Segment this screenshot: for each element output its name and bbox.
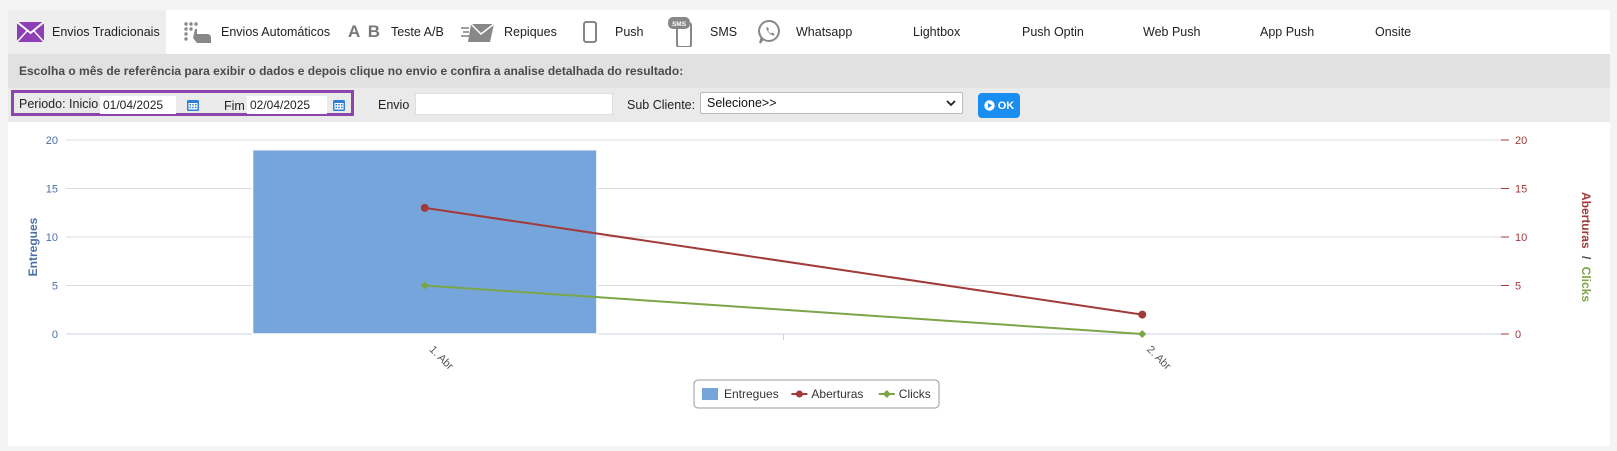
right-tick-label: 10 bbox=[1515, 232, 1527, 244]
x-tick-label: 2. Abr bbox=[1144, 344, 1173, 373]
tab-label: Envios Automáticos bbox=[221, 25, 331, 39]
tab-label: SMS bbox=[710, 25, 738, 39]
periodo-group: Periodo: Inicio Fim bbox=[11, 90, 354, 116]
tab-lightbox[interactable]: Lightbox bbox=[913, 10, 993, 54]
left-tick-label: 15 bbox=[46, 184, 58, 196]
ok-label: OK bbox=[997, 99, 1015, 112]
results-chart: 0 5 10 15 20 0 5 10 15 20 Entregues Aberturas / … bbox=[8, 122, 1610, 446]
tab-label: Push Optin bbox=[1022, 25, 1084, 39]
tab-teste-ab[interactable]: A B Teste A/B bbox=[348, 10, 458, 54]
sub-cliente-select[interactable]: Selecione>> bbox=[700, 92, 963, 114]
legend-label-entregues[interactable]: Entregues bbox=[724, 387, 779, 401]
instruction-bar: Escolha o mês de referência para exibir … bbox=[8, 54, 1610, 88]
tab-label: App Push bbox=[1260, 25, 1315, 39]
x-tick-label: 1. Abr bbox=[427, 344, 456, 373]
point-clicks-1[interactable] bbox=[1138, 330, 1147, 338]
inicio-date-input[interactable] bbox=[100, 96, 176, 114]
right-axis-title-clicks: Clicks bbox=[1579, 267, 1593, 303]
play-circle-icon bbox=[984, 100, 995, 111]
legend-label-aberturas[interactable]: Aberturas bbox=[811, 387, 863, 401]
point-aberturas-0[interactable] bbox=[420, 203, 429, 212]
tab-onsite[interactable]: Onsite bbox=[1375, 10, 1445, 54]
tab-label: Repiques bbox=[504, 25, 557, 39]
fim-date-input[interactable] bbox=[247, 96, 327, 114]
bar-series bbox=[251, 148, 598, 335]
phone-icon bbox=[583, 21, 597, 43]
right-axis-title-aberturas: Aberturas bbox=[1579, 192, 1593, 249]
chart-legend: Entregues Aberturas Clicks bbox=[693, 379, 940, 409]
right-axis-ticks: 0 5 10 15 20 bbox=[1501, 135, 1527, 341]
tab-label: Lightbox bbox=[913, 25, 961, 39]
tab-whatsapp[interactable]: Whatsapp bbox=[758, 10, 868, 54]
legend-label-clicks[interactable]: Clicks bbox=[899, 387, 931, 401]
left-tick-label: 20 bbox=[46, 135, 58, 147]
sms-phone-icon: SMS bbox=[668, 17, 698, 47]
chevron-down-icon bbox=[946, 100, 956, 107]
channel-tabs: Envios Tradicionais Envios Automáticos A… bbox=[8, 10, 1610, 54]
ab-test-icon: A B bbox=[348, 22, 383, 41]
bar-entregues-0[interactable] bbox=[251, 148, 598, 335]
resend-envelope-icon bbox=[460, 20, 496, 44]
left-axis-ticks: 0 5 10 15 20 bbox=[46, 135, 58, 341]
legend-marker-aberturas bbox=[795, 390, 803, 398]
tab-label: Envios Tradicionais bbox=[52, 25, 160, 39]
tab-push-optin[interactable]: Push Optin bbox=[1022, 10, 1102, 54]
right-tick-label: 5 bbox=[1515, 281, 1521, 293]
chart-svg: 0 5 10 15 20 0 5 10 15 20 Entregues Aberturas / … bbox=[26, 135, 1593, 409]
right-tick-label: 0 bbox=[1515, 329, 1521, 341]
tab-app-push[interactable]: App Push bbox=[1260, 10, 1340, 54]
tab-web-push[interactable]: Web Push bbox=[1143, 10, 1223, 54]
fim-label: Fim bbox=[224, 99, 245, 113]
svg-text:SMS: SMS bbox=[672, 21, 687, 28]
left-tick-label: 0 bbox=[52, 329, 58, 341]
sub-cliente-label: Sub Cliente: bbox=[627, 98, 696, 112]
right-tick-label: 20 bbox=[1515, 135, 1527, 147]
ok-button[interactable]: OK bbox=[978, 93, 1020, 118]
instruction-text: Escolha o mês de referência para exibir … bbox=[19, 64, 684, 78]
tab-label: Whatsapp bbox=[796, 25, 853, 39]
left-tick-label: 10 bbox=[46, 232, 58, 244]
right-axis-title: Aberturas / Clicks bbox=[1579, 192, 1593, 302]
left-tick-label: 5 bbox=[52, 281, 58, 293]
whatsapp-icon bbox=[758, 19, 782, 45]
tab-label: Teste A/B bbox=[390, 25, 444, 39]
right-tick-label: 15 bbox=[1515, 184, 1527, 196]
calendar-icon[interactable] bbox=[186, 98, 200, 112]
legend-swatch-entregues bbox=[702, 388, 718, 400]
point-aberturas-1[interactable] bbox=[1138, 310, 1147, 319]
envelope-icon bbox=[17, 22, 44, 42]
tab-label: Web Push bbox=[1143, 25, 1201, 39]
periodo-inicio-label: Periodo: Inicio bbox=[19, 97, 99, 111]
filter-bar: Periodo: Inicio Fim Envio Sub Cliente: S… bbox=[8, 88, 1610, 122]
right-axis-title-separator: / bbox=[1579, 256, 1593, 260]
report-panel: Envios Tradicionais Envios Automáticos A… bbox=[8, 10, 1610, 446]
tab-envios-tradicionais[interactable]: Envios Tradicionais bbox=[8, 10, 166, 54]
envio-label: Envio bbox=[378, 98, 410, 112]
left-axis-title: Entregues bbox=[26, 217, 40, 276]
tab-repiques[interactable]: Repiques bbox=[460, 10, 570, 54]
tab-label: Onsite bbox=[1375, 25, 1412, 39]
x-axis-labels: 1. Abr 2. Abr bbox=[427, 344, 1174, 373]
tab-envios-automaticos[interactable]: Envios Automáticos bbox=[183, 10, 333, 54]
envio-input[interactable] bbox=[415, 93, 613, 115]
tab-label: Push bbox=[615, 25, 644, 39]
tab-push[interactable]: Push bbox=[583, 10, 658, 54]
tab-sms[interactable]: SMS SMS bbox=[668, 10, 748, 54]
calendar-icon[interactable] bbox=[332, 98, 346, 112]
hand-tap-icon bbox=[183, 21, 213, 43]
sub-cliente-selected: Selecione>> bbox=[707, 96, 777, 110]
